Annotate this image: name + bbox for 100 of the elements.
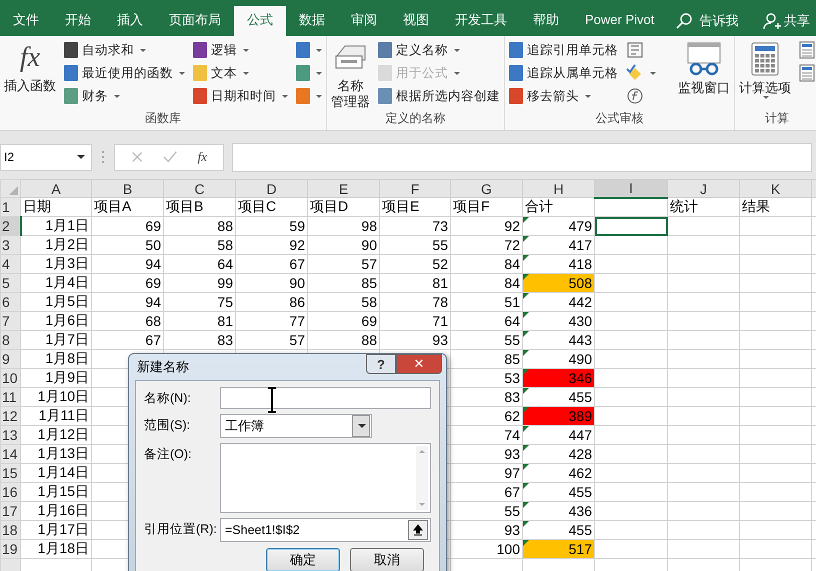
row-header[interactable]: 6 xyxy=(0,292,20,312)
group-label: 函数库 xyxy=(144,110,182,127)
table-cell: 69 xyxy=(308,312,380,330)
help-button[interactable]: ? xyxy=(366,354,396,374)
row-header[interactable]: 1 xyxy=(0,198,20,216)
ribbon-large-button[interactable]: 名称 管理器 xyxy=(331,40,370,110)
ribbon-button[interactable]: 财务 xyxy=(64,86,185,106)
reference-input-field[interactable]: =Sheet1!$I$2 xyxy=(220,518,431,542)
ribbon-button[interactable]: 文本 xyxy=(193,63,288,83)
table-cell: 项目B xyxy=(164,198,236,216)
table-cell: 1月11日 xyxy=(20,406,92,426)
scope-dropdown[interactable]: 工作簿 xyxy=(220,414,372,438)
table-cell: 443 xyxy=(522,330,594,350)
table-cell: 1月18日 xyxy=(20,540,92,558)
dialog-title: 新建名称 xyxy=(137,358,189,376)
row-header[interactable]: 16 xyxy=(0,482,20,502)
tell-me-search[interactable]: 告诉我 xyxy=(675,6,738,36)
name-box[interactable]: I2 xyxy=(0,144,92,170)
ribbon-large-button[interactable]: 监视窗口 xyxy=(678,40,730,110)
table-cell: 85 xyxy=(450,350,522,368)
cancel-button[interactable]: 取消 xyxy=(350,548,424,571)
row-header[interactable]: 7 xyxy=(0,312,20,330)
table-cell: 53 xyxy=(450,368,522,388)
table-cell: 94 xyxy=(92,292,164,312)
table-cell: 517 xyxy=(522,540,594,558)
row-header[interactable]: 11 xyxy=(0,388,20,406)
row-header[interactable]: 17 xyxy=(0,502,20,520)
row-header[interactable]: 15 xyxy=(0,464,20,482)
table-cell: 75 xyxy=(164,292,236,312)
ribbon-tab[interactable]: 开发工具 xyxy=(442,6,520,36)
table-cell: 50 xyxy=(92,236,164,254)
ribbon-button[interactable]: 最近使用的函数 xyxy=(64,63,185,83)
row-header[interactable]: 8 xyxy=(0,330,20,350)
row-header[interactable]: 18 xyxy=(0,520,20,540)
column-header[interactable]: E xyxy=(308,180,380,198)
table-cell: 67 xyxy=(236,254,308,274)
row-header[interactable]: 13 xyxy=(0,426,20,444)
ribbon-tab[interactable]: Power Pivot xyxy=(572,6,668,36)
row-header[interactable]: 14 xyxy=(0,444,20,464)
table-cell: 94 xyxy=(92,254,164,274)
ribbon-tab[interactable]: 页面布局 xyxy=(156,6,234,36)
table-cell: 67 xyxy=(92,330,164,350)
insert-function-button[interactable]: fx xyxy=(198,149,207,165)
table-cell: 93 xyxy=(450,444,522,464)
column-header[interactable]: C xyxy=(164,180,236,198)
table-cell: 85 xyxy=(308,274,380,292)
table-cell: 1月1日 xyxy=(20,216,92,236)
ribbon-large-button[interactable]: 计算选项 xyxy=(739,40,791,110)
column-header[interactable]: I xyxy=(594,180,668,198)
table-cell: 428 xyxy=(522,444,594,464)
ribbon-button[interactable]: 根据所选内容创建 xyxy=(378,86,500,106)
table-cell: 88 xyxy=(164,216,236,236)
row-header[interactable]: 2 xyxy=(0,216,20,236)
ribbon-tab[interactable]: 帮助 xyxy=(520,6,572,36)
ribbon-tab[interactable]: 审阅 xyxy=(338,6,390,36)
ribbon-button[interactable]: 逻辑 xyxy=(193,40,288,60)
column-header[interactable]: K xyxy=(740,180,812,198)
row-header[interactable]: 10 xyxy=(0,368,20,388)
ribbon-button[interactable]: 自动求和 xyxy=(64,40,185,60)
row-header[interactable]: 4 xyxy=(0,254,20,274)
close-button[interactable]: ✕ xyxy=(396,354,442,374)
ribbon-tab[interactable]: 开始 xyxy=(52,6,104,36)
column-header[interactable]: H xyxy=(522,180,594,198)
table-cell: 1月16日 xyxy=(20,502,92,520)
ribbon-tab[interactable]: 文件 xyxy=(0,6,52,36)
table-cell: 55 xyxy=(380,236,450,254)
ribbon-button[interactable]: 追踪引用单元格 xyxy=(509,40,618,60)
table-cell: 1月17日 xyxy=(20,520,92,540)
row-header[interactable]: 19 xyxy=(0,540,20,558)
table-cell: 83 xyxy=(450,388,522,406)
ok-button[interactable]: 确定 xyxy=(266,548,340,571)
column-header[interactable]: A xyxy=(20,180,92,198)
ribbon-tab[interactable]: 公式 xyxy=(234,6,286,36)
table-cell: 508 xyxy=(522,274,594,292)
ribbon-button[interactable]: 日期和时间 xyxy=(193,86,288,106)
ribbon-button[interactable]: 定义名称 xyxy=(378,40,500,60)
row-header[interactable]: 9 xyxy=(0,350,20,368)
column-header[interactable]: F xyxy=(380,180,450,198)
table-cell: 77 xyxy=(236,312,308,330)
table-cell: 51 xyxy=(450,292,522,312)
table-cell: 97 xyxy=(450,464,522,482)
row-header[interactable]: 3 xyxy=(0,236,20,254)
column-header[interactable]: B xyxy=(92,180,164,198)
table-cell: 项目C xyxy=(236,198,308,216)
column-header[interactable]: J xyxy=(668,180,740,198)
ribbon-tab[interactable]: 视图 xyxy=(390,6,442,36)
row-header[interactable]: 5 xyxy=(0,274,20,292)
table-cell: 84 xyxy=(450,274,522,292)
ribbon-large-button[interactable]: fx 插入函数 xyxy=(4,40,56,110)
ribbon-button[interactable]: 移去箭头 xyxy=(509,86,618,106)
field-label: 备注(O): xyxy=(144,446,193,463)
column-header[interactable]: G xyxy=(450,180,522,198)
row-header[interactable]: 12 xyxy=(0,406,20,426)
table-cell: 55 xyxy=(450,330,522,350)
share-button[interactable]: 共享 xyxy=(763,6,810,36)
ribbon-button[interactable]: 追踪从属单元格 xyxy=(509,63,618,83)
ribbon-tab[interactable]: 数据 xyxy=(286,6,338,36)
column-header[interactable]: D xyxy=(236,180,308,198)
table-cell: 88 xyxy=(308,330,380,350)
ribbon-tab[interactable]: 插入 xyxy=(104,6,156,36)
